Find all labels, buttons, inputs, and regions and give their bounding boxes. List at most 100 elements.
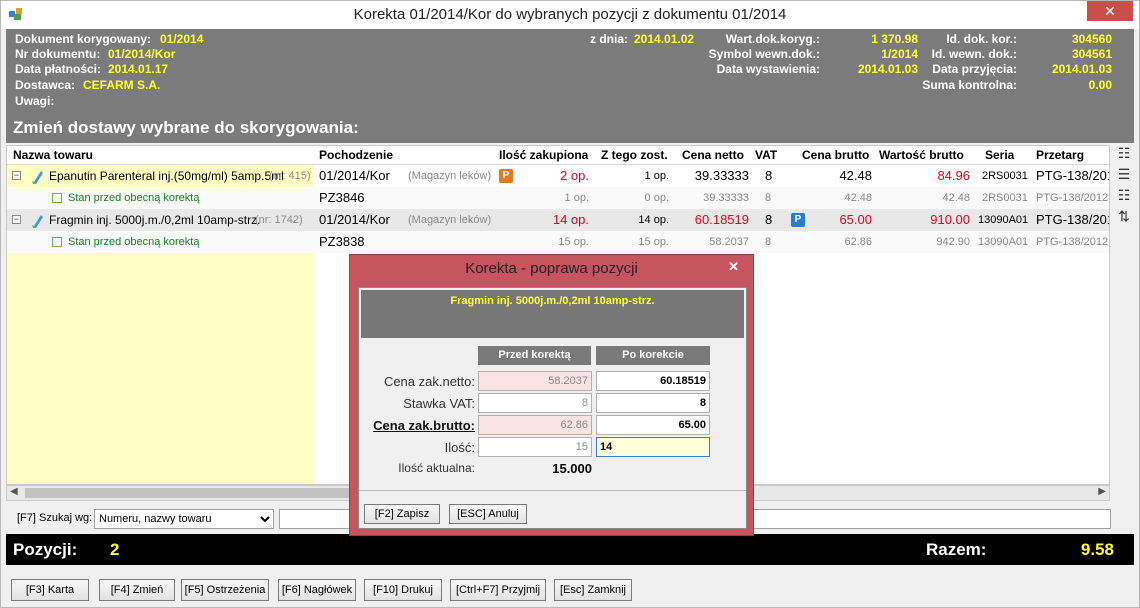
dialog-close-button[interactable]: ✕ — [728, 259, 739, 275]
seria: 13090A01 — [978, 214, 1029, 226]
ostrzezenia-button[interactable]: [F5] Ostrzeżenia — [181, 579, 269, 601]
product-nr: (nr: 415) — [269, 170, 311, 182]
vat-after[interactable]: 8 — [596, 393, 710, 413]
product-name: Fragmin inj. 5000j.m./0,2ml 10amp-strz. — [49, 213, 261, 227]
vat-before: 8 — [478, 393, 592, 413]
col-przetarg[interactable]: Przetarg — [1036, 148, 1084, 162]
col-ilosc[interactable]: Ilość zakupiona — [499, 148, 588, 162]
cena-netto-before: 58.2037 — [478, 371, 592, 391]
table-row[interactable]: Stan przed obecną korektą PZ3846 1 op. 0… — [7, 187, 1109, 209]
col-zost[interactable]: Z tego zost. — [601, 148, 668, 162]
drukuj-button[interactable]: [F10] Drukuj — [364, 579, 442, 601]
cena-brutto: 42.48 — [839, 168, 872, 183]
id-wewn-label: Id. wewn. dok.: — [931, 47, 1017, 61]
wartosc-brutto: 42.48 — [942, 192, 970, 204]
z-dnia-label: z dnia: — [590, 32, 628, 46]
dialog-body: Fragmin inj. 5000j.m./0,2ml 10amp-strz. … — [358, 287, 747, 529]
product-nr: (nr: 1742) — [255, 214, 303, 226]
vat: 8 — [765, 168, 773, 183]
cancel-button[interactable]: [ESC] Anuluj — [449, 504, 527, 524]
collapse-all-icon[interactable]: ☰ — [1113, 166, 1135, 187]
suma-label: Suma kontrolna: — [922, 78, 1017, 92]
collapse-icon[interactable]: − — [12, 215, 21, 224]
col-pochodzenie[interactable]: Pochodzenie — [319, 148, 393, 162]
col-vat[interactable]: VAT — [755, 148, 777, 162]
col-netto[interactable]: Cena netto — [682, 148, 744, 162]
cena-netto: 58.2037 — [709, 236, 749, 248]
id-wewn-value: 304561 — [1071, 47, 1112, 61]
scroll-left-icon[interactable]: ◀ — [10, 486, 18, 497]
pochodzenie: PZ3838 — [319, 234, 365, 249]
sort-icon[interactable]: ⇅ — [1113, 208, 1135, 229]
ilosc: 14 op. — [552, 212, 589, 227]
przyjmij-button[interactable]: [Ctrl+F7] Przyjmij — [450, 579, 546, 601]
table-row[interactable]: − Epanutin Parenteral inj.(50mg/ml) 5amp… — [7, 165, 1109, 187]
right-toolbar: ☷ ☰ ☷ ⇅ — [1113, 145, 1135, 229]
status-bar: Pozycji: 2 Razem: 9.58 — [6, 534, 1134, 565]
cena-brutto: 65.00 — [839, 212, 872, 227]
pochodzenie: 01/2014/Kor — [319, 212, 390, 227]
search-mode-select[interactable]: Numeru, nazwy towaru — [94, 509, 274, 529]
document-header: Dokument korygowany: 01/2014 Nr dokument… — [6, 29, 1134, 143]
cena-netto-label: Cena zak.netto: — [383, 374, 475, 389]
karta-button[interactable]: [F3] Karta — [11, 579, 89, 601]
col-seria[interactable]: Seria — [985, 148, 1014, 162]
magazyn: (Magazyn leków) — [408, 214, 492, 226]
cena-brutto-label: Cena zak.brutto: — [373, 418, 475, 433]
table-row[interactable]: Stan przed obecną korektą PZ3838 15 op. … — [7, 231, 1109, 253]
ilosc-akt-value: 15.000 — [552, 461, 592, 476]
section-title: Zmień dostawy wybrane do skorygowania: — [13, 118, 359, 137]
before-header: Przed korektą — [478, 346, 591, 365]
vat: 8 — [765, 212, 773, 227]
table-row-selected[interactable]: − Fragmin inj. 5000j.m./0,2ml 10amp-strz… — [7, 209, 1109, 231]
medicine-icon — [32, 171, 43, 184]
naglowek-button[interactable]: [F6] Nagłówek — [278, 579, 356, 601]
ilosc-after-input[interactable]: 14 — [596, 437, 710, 457]
data-wyst-value: 2014.01.03 — [857, 62, 918, 76]
sub-row-icon — [52, 237, 62, 247]
zamknij-button[interactable]: [Esc] Zamknij — [554, 579, 632, 601]
zost: 15 op. — [638, 236, 669, 248]
wart-value: 1 370.98 — [871, 32, 918, 46]
grid-header: Nazwa towaru Pochodzenie Ilość zakupiona… — [7, 146, 1109, 165]
zost: 0 op. — [644, 192, 669, 204]
collapse-icon[interactable]: − — [12, 171, 21, 180]
wartosc-brutto: 84.96 — [937, 168, 970, 183]
seria: 13090A01 — [978, 236, 1029, 248]
product-box: Fragmin inj. 5000j.m./0,2ml 10amp-strz. — [361, 290, 744, 338]
pochodzenie: 01/2014/Kor — [319, 168, 390, 183]
data-przyj-label: Data przyjęcia: — [932, 62, 1017, 76]
cena-brutto-after[interactable]: 65.00 — [596, 415, 710, 435]
col-wartosc[interactable]: Wartość brutto — [879, 148, 964, 162]
vat-label: Stawka VAT: — [403, 396, 475, 411]
przetarg: PTG-138/2012 — [1036, 168, 1109, 183]
window-close-button[interactable]: ✕ — [1087, 1, 1133, 21]
vat: 8 — [765, 192, 772, 204]
tree-icon[interactable]: ☷ — [1113, 187, 1135, 208]
data-plat-label: Data płatności: — [15, 62, 102, 76]
razem-label: Razem: — [926, 540, 987, 559]
razem-value: 9.58 — [1080, 540, 1114, 559]
seria: 2RS0031 — [982, 192, 1028, 204]
cena-netto-after[interactable]: 60.18519 — [596, 371, 710, 391]
przetarg: PTG-138/2012 — [1036, 212, 1109, 227]
expand-all-icon[interactable]: ☷ — [1113, 145, 1135, 166]
magazyn: (Magazyn leków) — [408, 170, 492, 182]
ilosc-akt-label: Ilość aktualna: — [398, 461, 475, 475]
zmien-button[interactable]: [F4] Zmień — [99, 579, 175, 601]
data-plat-value: 2014.01.17 — [108, 62, 169, 76]
dostawca-label: Dostawca: — [15, 78, 76, 92]
save-button[interactable]: [F2] Zapisz — [364, 504, 440, 524]
col-brutto[interactable]: Cena brutto — [802, 148, 869, 162]
scroll-right-icon[interactable]: ▶ — [1098, 486, 1106, 497]
cena-netto: 39.33333 — [703, 192, 749, 204]
sub-row-label: Stan przed obecną korektą — [68, 192, 200, 204]
dialog-product-name: Fragmin inj. 5000j.m./0,2ml 10amp-strz. — [450, 295, 655, 307]
col-nazwa[interactable]: Nazwa towaru — [13, 148, 93, 162]
scroll-thumb[interactable] — [25, 488, 355, 498]
nr-dok-value: 01/2014/Kor — [108, 47, 176, 61]
cena-brutto: 62.86 — [844, 236, 872, 248]
main-window: Korekta 01/2014/Kor do wybranych pozycji… — [0, 0, 1140, 608]
sub-row-icon — [52, 193, 62, 203]
przetarg: PTG-138/2012,P — [1036, 236, 1109, 248]
